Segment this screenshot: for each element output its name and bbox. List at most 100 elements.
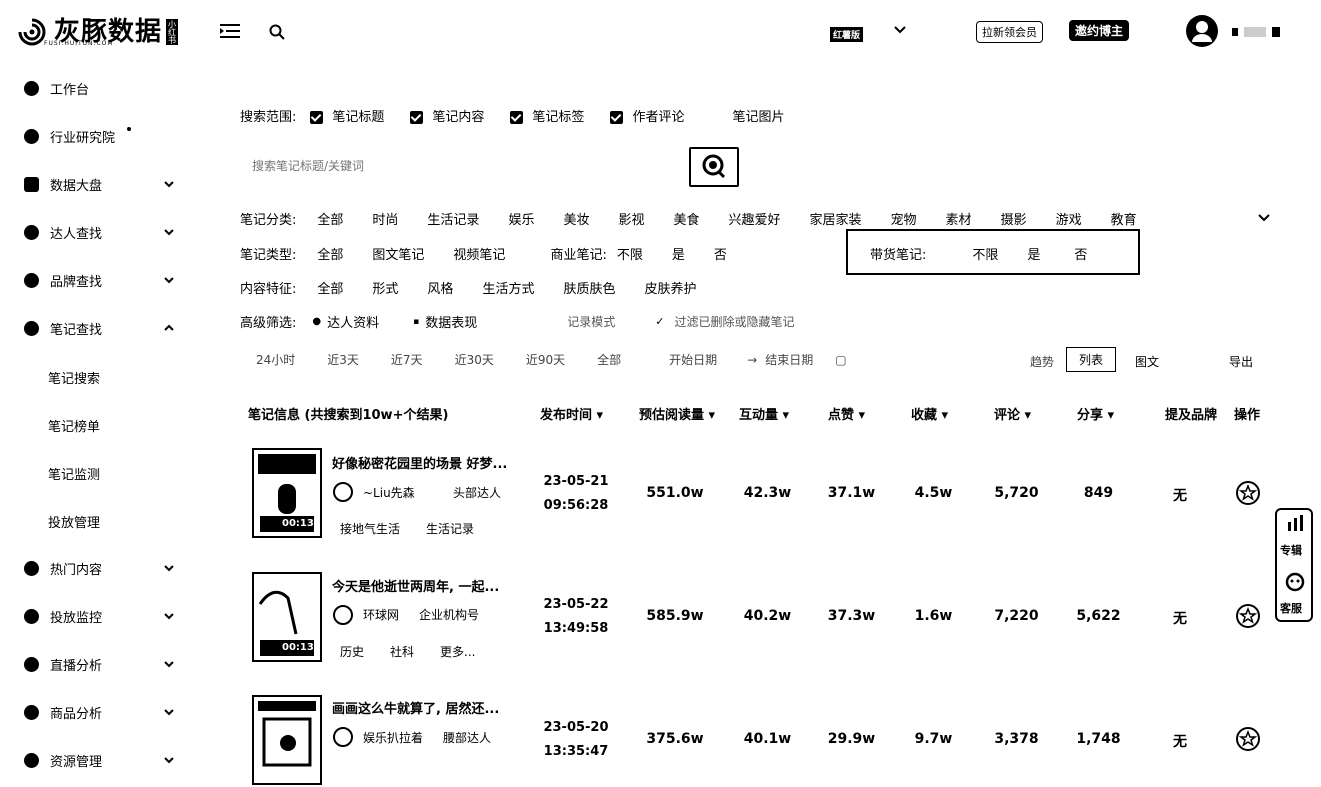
goods-chip[interactable]: 不限 bbox=[972, 244, 998, 263]
chevron-down-icon[interactable] bbox=[892, 22, 908, 38]
time-chip[interactable]: 近7天 bbox=[391, 351, 423, 368]
category-chip[interactable]: 兴趣爱好 bbox=[729, 209, 781, 228]
sidebar-item-dashboard[interactable]: 数据大盘 bbox=[0, 169, 200, 199]
time-chip[interactable]: 近30天 bbox=[455, 351, 494, 368]
type-chip[interactable]: 图文笔记 bbox=[372, 244, 424, 263]
calendar-icon[interactable]: ▢ bbox=[835, 353, 846, 367]
sidebar-sub-placement[interactable]: 投放管理 bbox=[48, 512, 100, 531]
sidebar-item-research[interactable]: 行业研究院 bbox=[0, 121, 200, 151]
note-thumbnail[interactable]: 00:13 bbox=[252, 572, 322, 662]
col-header-comments[interactable]: 评论 ▾ bbox=[994, 404, 1031, 423]
time-chip[interactable]: 近90天 bbox=[526, 351, 565, 368]
sidebar-item-workbench[interactable]: 工作台 bbox=[0, 73, 200, 103]
album-icon[interactable] bbox=[1285, 514, 1305, 534]
col-header-date[interactable]: 发布时间 ▾ bbox=[540, 404, 603, 423]
commercial-chip[interactable]: 是 bbox=[672, 244, 685, 263]
category-chip[interactable]: 游戏 bbox=[1056, 209, 1082, 228]
advanced-chip[interactable]: 数据表现 bbox=[425, 312, 477, 331]
type-chip[interactable]: 全部 bbox=[317, 244, 343, 263]
category-chip[interactable]: 全部 bbox=[317, 209, 343, 228]
type-chip[interactable]: 视频笔记 bbox=[453, 244, 505, 263]
view-trend[interactable]: 趋势 bbox=[1030, 353, 1054, 370]
note-title[interactable]: 画画这么牛就算了, 居然还... bbox=[332, 698, 499, 717]
search-icon[interactable] bbox=[268, 23, 286, 41]
feature-chip[interactable]: 皮肤养护 bbox=[644, 278, 696, 297]
sidebar-item-live[interactable]: 直播分析 bbox=[0, 649, 200, 679]
menu-collapse-icon[interactable] bbox=[220, 22, 240, 40]
scope-option[interactable]: 笔记图片 bbox=[732, 106, 784, 125]
time-chip[interactable]: 近3天 bbox=[327, 351, 359, 368]
note-title[interactable]: 今天是他逝世两周年, 一起... bbox=[332, 576, 499, 595]
col-header-collects[interactable]: 收藏 ▾ bbox=[911, 404, 948, 423]
note-search-input[interactable] bbox=[240, 148, 685, 184]
sidebar-item-influencer[interactable]: 达人查找 bbox=[0, 217, 200, 247]
export-button[interactable]: 导出 bbox=[1229, 353, 1253, 370]
search-button[interactable] bbox=[689, 147, 739, 187]
category-chip[interactable]: 美食 bbox=[673, 209, 699, 228]
category-chip[interactable]: 影视 bbox=[618, 209, 644, 228]
note-thumbnail[interactable] bbox=[252, 695, 322, 785]
note-tag[interactable]: 接地气生活 bbox=[340, 520, 400, 537]
sidebar-item-notes[interactable]: 笔记查找 bbox=[0, 313, 200, 343]
sidebar-sub-note-ranking[interactable]: 笔记榜单 bbox=[48, 416, 100, 435]
goods-chip[interactable]: 是 bbox=[1027, 244, 1040, 263]
commercial-chip[interactable]: 否 bbox=[714, 244, 727, 263]
sidebar-item-monitor[interactable]: 投放监控 bbox=[0, 601, 200, 631]
edition-badge[interactable]: 红薯版 bbox=[830, 27, 864, 42]
feature-chip[interactable]: 全部 bbox=[317, 278, 343, 297]
favorite-star-icon[interactable] bbox=[1236, 727, 1260, 751]
sidebar-item-resources[interactable]: 资源管理 bbox=[0, 745, 200, 775]
scope-option[interactable]: 笔记标题 bbox=[310, 106, 384, 125]
advanced-chip[interactable]: 达人资料 bbox=[327, 312, 379, 331]
author-name[interactable]: 环球网 bbox=[363, 606, 399, 623]
support-button[interactable]: 客服 bbox=[1280, 600, 1302, 616]
view-grid[interactable]: 图文 bbox=[1135, 353, 1159, 370]
invite-button[interactable]: 拉新领会员 bbox=[976, 21, 1043, 43]
category-chip[interactable]: 宠物 bbox=[891, 209, 917, 228]
favorite-star-icon[interactable] bbox=[1236, 481, 1260, 505]
advanced-chip[interactable]: 过滤已删除或隐藏笔记 bbox=[675, 313, 795, 330]
note-title[interactable]: 好像秘密花园里的场景 好梦... bbox=[332, 453, 507, 472]
sidebar-sub-note-search[interactable]: 笔记搜索 bbox=[48, 368, 100, 387]
promo-button[interactable]: 邀约博主 bbox=[1069, 20, 1130, 41]
sidebar-item-goods[interactable]: 商品分析 bbox=[0, 697, 200, 727]
category-chip[interactable]: 娱乐 bbox=[508, 209, 534, 228]
chevron-down-icon[interactable] bbox=[1257, 210, 1271, 224]
col-header-shares[interactable]: 分享 ▾ bbox=[1077, 404, 1114, 423]
note-tag[interactable]: 生活记录 bbox=[426, 520, 474, 537]
sidebar-item-brand[interactable]: 品牌查找 bbox=[0, 265, 200, 295]
end-date-input[interactable]: 结束日期 bbox=[765, 351, 813, 368]
col-header-reads[interactable]: 预估阅读量 ▾ bbox=[639, 404, 715, 423]
avatar[interactable] bbox=[1186, 15, 1218, 47]
author-name[interactable]: 娱乐扒拉着 bbox=[363, 729, 423, 746]
category-chip[interactable]: 生活记录 bbox=[427, 209, 479, 228]
goods-chip[interactable]: 否 bbox=[1074, 244, 1087, 263]
note-tag[interactable]: 历史 bbox=[340, 643, 364, 660]
col-header-likes[interactable]: 点赞 ▾ bbox=[828, 404, 865, 423]
time-chip[interactable]: 24小时 bbox=[256, 351, 295, 368]
category-chip[interactable]: 时尚 bbox=[372, 209, 398, 228]
note-tag[interactable]: 社科 bbox=[390, 643, 414, 660]
username-blurred[interactable] bbox=[1228, 24, 1283, 40]
category-chip[interactable]: 教育 bbox=[1111, 209, 1137, 228]
author-name[interactable]: ~Liu先森 bbox=[363, 484, 415, 501]
sidebar-item-hot[interactable]: 热门内容 bbox=[0, 553, 200, 583]
sidebar-sub-note-monitor[interactable]: 笔记监测 bbox=[48, 464, 100, 483]
album-button[interactable]: 专辑 bbox=[1280, 542, 1302, 558]
col-header-interact[interactable]: 互动量 ▾ bbox=[739, 404, 789, 423]
feature-chip[interactable]: 风格 bbox=[427, 278, 453, 297]
feature-chip[interactable]: 生活方式 bbox=[482, 278, 534, 297]
support-icon[interactable] bbox=[1285, 572, 1305, 592]
scope-option[interactable]: 作者评论 bbox=[610, 106, 684, 125]
category-chip[interactable]: 美妆 bbox=[563, 209, 589, 228]
view-list[interactable]: 列表 bbox=[1066, 347, 1117, 372]
category-chip[interactable]: 素材 bbox=[946, 209, 972, 228]
note-thumbnail[interactable]: 00:13 bbox=[252, 448, 322, 538]
advanced-chip[interactable]: 记录模式 bbox=[567, 313, 615, 330]
time-chip[interactable]: 全部 bbox=[597, 351, 621, 368]
note-tag-more[interactable]: 更多... bbox=[440, 643, 475, 660]
category-chip[interactable]: 摄影 bbox=[1001, 209, 1027, 228]
commercial-chip[interactable]: 不限 bbox=[617, 244, 643, 263]
scope-option[interactable]: 笔记标签 bbox=[510, 106, 584, 125]
start-date-input[interactable]: 开始日期 bbox=[669, 351, 717, 368]
